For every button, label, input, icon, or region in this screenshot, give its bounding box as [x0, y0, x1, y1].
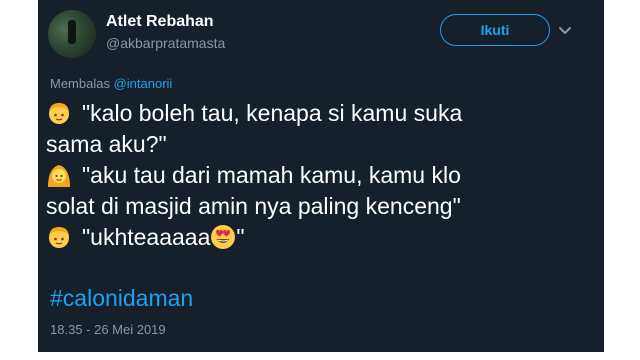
reply-mention-link[interactable]: @intanorii [114, 76, 173, 91]
tweet-line-5: "ukhteaaaaa [82, 224, 211, 250]
tweet-timestamp[interactable]: 18.35 - 26 Mei 2019 [50, 322, 166, 337]
boy-emoji-icon [49, 227, 69, 248]
tweet-line-3: "aku tau dari mamah kamu, kamu klo [82, 162, 461, 188]
follow-button[interactable]: Ikuti [440, 14, 550, 46]
user-display-name[interactable]: Atlet Rebahan [106, 13, 214, 31]
tweet-text: "kalo boleh tau, kenapa si kamu suka sam… [46, 98, 586, 253]
hashtag-link[interactable]: #calonidaman [50, 285, 193, 312]
tweet-line: "ukhteaaaaa " [46, 222, 586, 253]
user-handle[interactable]: @akbarpratamasta [106, 35, 225, 51]
woman-headscarf-emoji-icon [48, 165, 70, 187]
reply-prefix: Membalas [50, 76, 110, 91]
avatar[interactable] [48, 10, 96, 58]
tweet-line: "kalo boleh tau, kenapa si kamu suka [46, 98, 586, 129]
chevron-down-icon[interactable] [555, 20, 575, 40]
tweet-line-2: sama aku?" [46, 131, 167, 157]
tweet-line-1: "kalo boleh tau, kenapa si kamu suka [82, 100, 463, 126]
boy-emoji-icon [49, 103, 69, 124]
heart-eyes-emoji-icon [211, 225, 236, 249]
tweet-line-5-end: " [236, 224, 245, 250]
tweet-card: Atlet Rebahan @akbarpratamasta Ikuti Mem… [38, 0, 604, 352]
tweet-line: "aku tau dari mamah kamu, kamu klo [46, 160, 586, 191]
reply-context: Membalas @intanorii [50, 76, 172, 91]
avatar-figure [68, 20, 76, 44]
tweet-line-4: solat di masjid amin nya paling kenceng" [46, 193, 461, 219]
